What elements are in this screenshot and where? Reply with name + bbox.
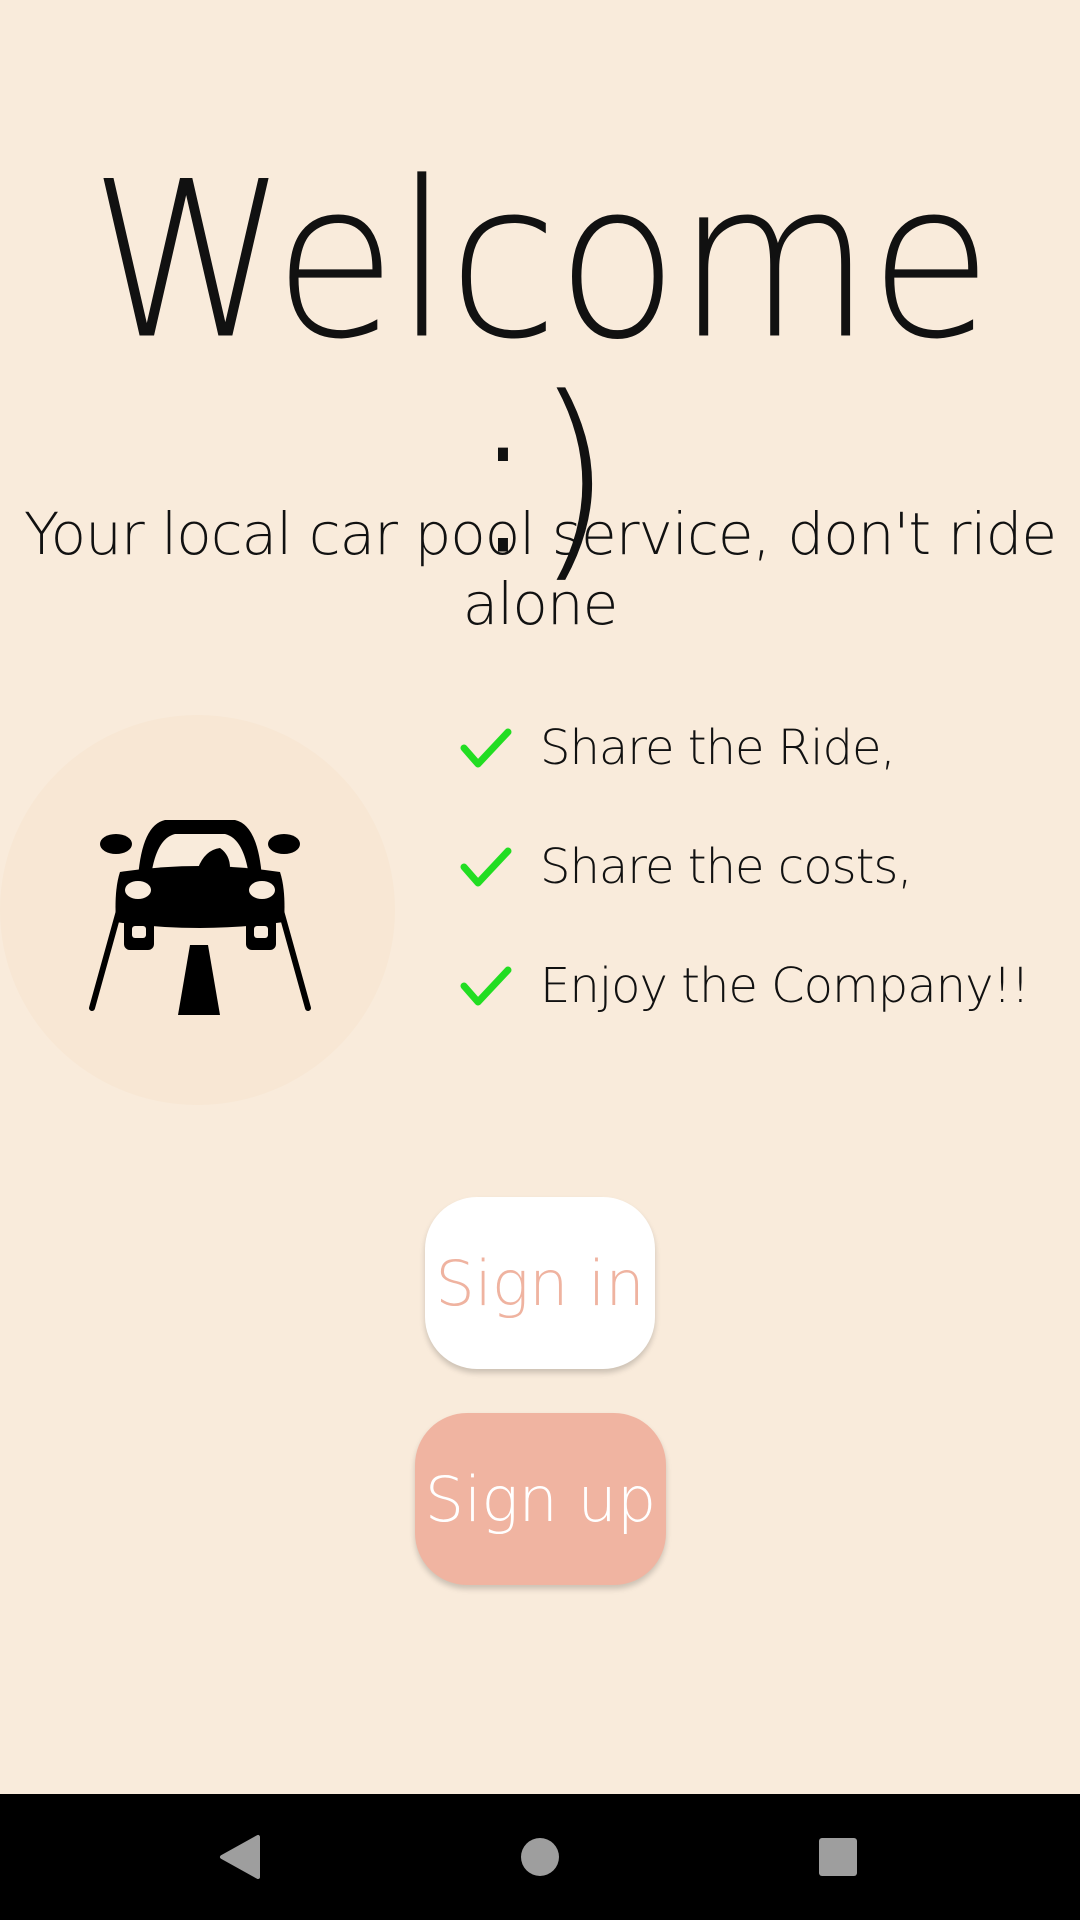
back-triangle-icon [220, 1835, 260, 1879]
feature-item: Enjoy the Company!! [460, 956, 1060, 1016]
recents-square-icon [819, 1838, 857, 1876]
sign-in-button[interactable]: Sign in [425, 1197, 655, 1369]
feature-item: Share the Ride, [460, 718, 1060, 778]
feature-label: Share the Ride, [540, 720, 896, 776]
system-navigation-bar [0, 1794, 1080, 1920]
feature-list: Share the Ride, Share the costs, Enjoy t… [460, 718, 1060, 1075]
car-on-road-icon [89, 820, 311, 1015]
welcome-screen: Welcome :) Your local car pool service, … [0, 0, 1080, 1794]
home-circle-icon [521, 1838, 559, 1876]
home-button[interactable] [460, 1794, 620, 1920]
welcome-subtitle: Your local car pool service, don't ride … [23, 500, 1057, 638]
recents-button[interactable] [758, 1794, 918, 1920]
back-button[interactable] [160, 1794, 320, 1920]
checkmark-icon [460, 847, 512, 887]
sign-up-button[interactable]: Sign up [415, 1413, 666, 1585]
feature-label: Share the costs, [540, 839, 913, 895]
feature-item: Share the costs, [460, 837, 1060, 897]
checkmark-icon [460, 728, 512, 768]
checkmark-icon [460, 966, 512, 1006]
feature-label: Enjoy the Company!! [540, 958, 1030, 1014]
